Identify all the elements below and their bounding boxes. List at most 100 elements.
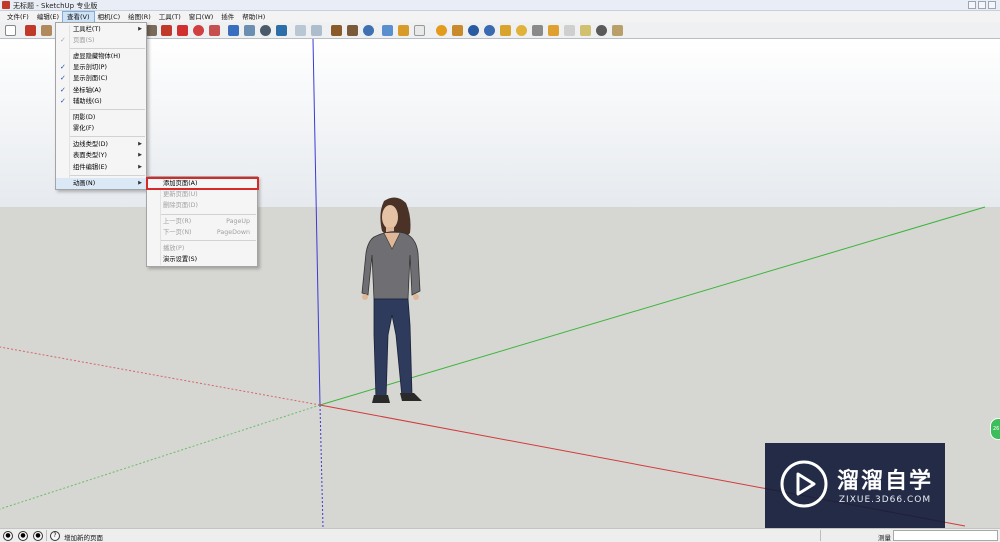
position-camera-icon[interactable] [331,25,342,36]
submenu-arrow-icon: ▶ [138,141,142,147]
lamp-icon[interactable] [532,25,543,36]
menu-item-label: 阴影(D) [73,114,96,121]
menu-item-guides[interactable]: ✓ 辅助线(G) [56,96,147,107]
side-floating-badge[interactable]: 26 [990,418,1000,440]
blue-axis-negative [319,404,324,528]
menu-item-previous-scene[interactable]: 上一页(R) PageUp [147,216,258,227]
menu-item-label: 演示设置(S) [163,256,198,263]
menu-item-next-scene[interactable]: 下一页(N) PageDown [147,227,258,238]
follow-me-tool-icon[interactable] [193,25,204,36]
sphere-icon[interactable] [596,25,607,36]
tag-icon[interactable] [500,25,511,36]
pencil-tool-icon[interactable] [25,25,36,36]
menu-item-animation[interactable]: 动画(N) ▶ [56,178,147,189]
menu-item-play[interactable]: 播放(P) [147,243,258,254]
menu-item-shadows[interactable]: 阴影(D) [56,112,147,123]
axes-tool-icon[interactable] [612,25,623,36]
menu-camera[interactable]: 相机(C) [94,12,125,22]
select-tool-icon[interactable] [5,25,16,36]
user-status-icon[interactable]: ● [33,531,43,541]
section-plane-icon[interactable] [564,25,575,36]
menu-item-label: 坐标轴(A) [73,87,102,94]
menu-file[interactable]: 文件(F) [3,12,33,22]
menu-edit[interactable]: 编辑(E) [33,12,63,22]
menu-item-shortcut: PageDown [216,229,250,236]
green-axis-negative [0,404,321,510]
materials-icon[interactable] [436,25,447,36]
watermark-url: ZIXUE.3D66.COM [838,495,932,505]
components-icon[interactable] [414,25,425,36]
menu-item-axes[interactable]: ✓ 坐标轴(A) [56,85,147,96]
menu-item-label: 虚显隐藏物体(H) [73,53,121,60]
watermark-logo: 溜溜自学 ZIXUE.3D66.COM [765,443,945,528]
menu-item-label: 添加页面(A) [163,180,198,187]
globe-icon[interactable] [468,25,479,36]
menu-view[interactable]: 查看(V) [62,10,95,23]
geo-location-icon[interactable] [484,25,495,36]
menu-item-section-planes[interactable]: ✓ 显示剖切(P) [56,62,147,73]
maximize-button[interactable] [978,1,986,9]
person-figure[interactable] [360,195,430,407]
menu-item-pages[interactable]: ✓ 页面(S) [56,35,147,46]
sun-icon[interactable] [516,25,527,36]
menu-item-animation-settings[interactable]: 演示设置(S) [147,254,258,265]
minimize-button[interactable] [968,1,976,9]
zoom-extents-icon[interactable] [276,25,287,36]
status-bar: ● ● ● ? 增加新的页面 测量 [0,528,1000,542]
get-models-icon[interactable] [382,25,393,36]
checkmark-icon: ✓ [60,63,66,71]
menu-tools[interactable]: 工具(T) [155,12,185,22]
credits-status-icon[interactable]: ● [18,531,28,541]
menu-plugins[interactable]: 插件 [217,12,238,22]
menu-draw[interactable]: 绘图(R) [124,12,155,22]
menu-item-edge-style[interactable]: 边线类型(D) ▶ [56,139,147,150]
offset-tool-icon[interactable] [209,25,220,36]
measurements-label: 测量 [878,534,891,542]
menu-separator [70,136,145,137]
measurements-input[interactable] [893,530,998,541]
walk-tool-icon[interactable] [347,25,358,36]
menu-item-label: 辅助线(G) [73,98,102,105]
eraser-tool-icon[interactable] [41,25,52,36]
status-hint-text: 增加新的页面 [64,534,103,542]
close-button[interactable] [988,1,996,9]
menu-item-face-style[interactable]: 表面类型(Y) ▶ [56,150,147,161]
pan-tool-icon[interactable] [244,25,255,36]
flag-icon[interactable] [548,25,559,36]
menu-item-label: 动画(N) [73,180,96,187]
menu-bar: 文件(F) 编辑(E) 查看(V) 相机(C) 绘图(R) 工具(T) 窗口(W… [0,10,1000,23]
menu-item-hidden-geometry[interactable]: 虚显隐藏物体(H) [56,51,147,62]
menu-separator [70,175,145,176]
menu-item-add-scene[interactable]: 添加页面(A) [146,177,259,190]
look-around-icon[interactable] [363,25,374,36]
submenu-arrow-icon: ▶ [138,180,142,186]
submenu-arrow-icon: ▶ [138,164,142,170]
dimension-icon[interactable] [580,25,591,36]
menu-item-delete-scene[interactable]: 删除页面(D) [147,200,258,211]
rotate-tool-icon[interactable] [177,25,188,36]
menu-item-fog[interactable]: 雾化(F) [56,123,147,134]
menu-item-toolbars[interactable]: 工具栏(T) ▶ [56,24,147,35]
menu-item-label: 雾化(F) [73,125,95,132]
menu-item-section-cuts[interactable]: ✓ 显示剖面(C) [56,73,147,84]
menu-item-label: 删除页面(D) [163,202,198,209]
menu-separator [161,214,256,215]
previous-view-icon[interactable] [295,25,306,36]
help-status-icon[interactable]: ? [50,531,60,541]
geo-location-status-icon[interactable]: ● [3,531,13,541]
menu-item-label: 页面(S) [73,37,95,44]
menu-item-update-scene[interactable]: 更新页面(U) [147,189,258,200]
share-model-icon[interactable] [398,25,409,36]
checkmark-icon: ✓ [60,74,66,82]
menu-item-component-edit[interactable]: 组件编辑(E) ▶ [56,162,147,173]
next-view-icon[interactable] [311,25,322,36]
paint-bucket-icon[interactable] [452,25,463,36]
menu-item-label: 表面类型(Y) [73,152,107,159]
play-logo-icon [780,460,828,508]
menu-help[interactable]: 帮助(H) [238,12,269,22]
move-tool-icon[interactable] [146,25,157,36]
push-pull-tool-icon[interactable] [161,25,172,36]
menu-window[interactable]: 窗口(W) [185,12,218,22]
zoom-tool-icon[interactable] [260,25,271,36]
orbit-tool-icon[interactable] [228,25,239,36]
